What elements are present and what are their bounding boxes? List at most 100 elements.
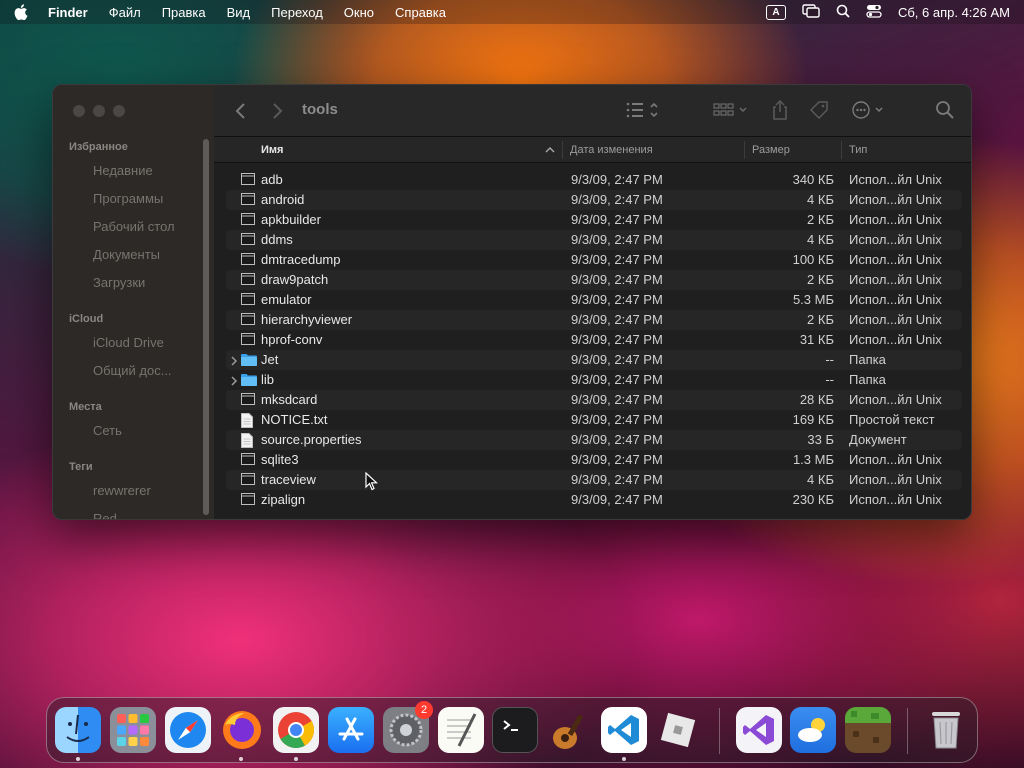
file-date-modified: 9/3/09, 2:47 PM <box>571 192 663 207</box>
table-row[interactable]: traceview 9/3/09, 2:47 PM 4 КБ Испол...йл U… <box>226 470 962 490</box>
table-row[interactable]: NOTICE.txt 9/3/09, 2:47 PM 169 КБ Простой т… <box>226 410 962 430</box>
sidebar-item-recents[interactable]: Недавние <box>93 163 153 178</box>
safari-icon[interactable] <box>165 707 211 753</box>
sidebar-item-desktop[interactable]: Рабочий стол <box>93 219 175 234</box>
file-date-modified: 9/3/09, 2:47 PM <box>571 392 663 407</box>
table-row[interactable]: apkbuilder 9/3/09, 2:47 PM 2 КБ Испол...йл … <box>226 210 962 230</box>
menu-help[interactable]: Справка <box>395 5 446 20</box>
sidebar-item-shared[interactable]: Общий дос... <box>93 363 172 378</box>
column-separator[interactable] <box>562 141 563 159</box>
group-icon[interactable] <box>712 99 752 126</box>
menubar-clock[interactable]: Сб, 6 апр. 4:26 AM <box>898 5 1010 20</box>
file-name: adb <box>261 172 283 187</box>
sidebar-item-tag-red[interactable]: Red <box>93 511 117 519</box>
column-kind[interactable]: Тип <box>849 144 867 156</box>
file-date-modified: 9/3/09, 2:47 PM <box>571 212 663 227</box>
minimize-button[interactable] <box>93 105 105 117</box>
chrome-icon[interactable] <box>273 707 319 753</box>
spotlight-search-icon[interactable] <box>836 4 850 21</box>
file-name: hprof-conv <box>261 332 323 347</box>
launchpad-icon[interactable] <box>110 707 156 753</box>
textedit-icon[interactable] <box>438 707 484 753</box>
table-row[interactable]: mksdcard 9/3/09, 2:47 PM 28 КБ Испол...йл U… <box>226 390 962 410</box>
table-row[interactable]: dmtracedump 9/3/09, 2:47 PM 100 КБ Испол...… <box>226 250 962 270</box>
column-separator[interactable] <box>841 141 842 159</box>
weather-icon[interactable] <box>790 707 836 753</box>
share-icon[interactable] <box>770 99 790 126</box>
disclosure-triangle-icon[interactable] <box>230 374 238 389</box>
table-row[interactable]: emulator 9/3/09, 2:47 PM 5.3 МБ Испол...йл … <box>226 290 962 310</box>
table-row[interactable]: zipalign 9/3/09, 2:47 PM 230 КБ Испол...йл … <box>226 490 962 510</box>
app-store-icon[interactable] <box>328 707 374 753</box>
executable-icon <box>241 253 255 268</box>
trash-icon[interactable] <box>923 707 969 753</box>
more-actions-icon[interactable] <box>850 99 888 126</box>
table-row[interactable]: android 9/3/09, 2:47 PM 4 КБ Испол...йл Uni… <box>226 190 962 210</box>
roblox-icon[interactable] <box>655 707 701 753</box>
table-row[interactable]: draw9patch 9/3/09, 2:47 PM 2 КБ Испол...йл … <box>226 270 962 290</box>
executable-icon <box>241 393 255 408</box>
garageband-icon[interactable] <box>546 707 592 753</box>
sidebar-section-tags: Теги <box>69 461 93 473</box>
menu-app-finder[interactable]: Finder <box>48 5 88 20</box>
sidebar-scrollbar[interactable] <box>203 139 209 515</box>
file-kind: Испол...йл Unix <box>849 172 942 187</box>
file-kind: Папка <box>849 352 886 367</box>
disclosure-triangle-icon[interactable] <box>230 354 238 369</box>
table-row[interactable]: source.properties 9/3/09, 2:47 PM 33 Б Доку… <box>226 430 962 450</box>
apple-menu-icon[interactable] <box>14 4 30 20</box>
sort-ascending-icon[interactable] <box>545 145 555 157</box>
sidebar-item-icloud-drive[interactable]: iCloud Drive <box>93 335 164 350</box>
file-kind: Испол...йл Unix <box>849 212 942 227</box>
sidebar-item-network[interactable]: Сеть <box>93 423 122 438</box>
tag-icon[interactable] <box>808 99 830 126</box>
input-source-indicator[interactable]: A <box>765 4 786 20</box>
table-row[interactable]: sqlite3 9/3/09, 2:47 PM 1.3 МБ Испол...йл U… <box>226 450 962 470</box>
terminal-icon[interactable] <box>492 707 538 753</box>
column-date-modified[interactable]: Дата изменения <box>570 144 653 156</box>
sidebar-section-icloud: iCloud <box>69 313 104 325</box>
table-row[interactable]: adb 9/3/09, 2:47 PM 340 КБ Испол...йл Unix <box>226 170 962 190</box>
table-row[interactable]: hierarchyviewer 9/3/09, 2:47 PM 2 КБ Испол.… <box>226 310 962 330</box>
zoom-button[interactable] <box>113 105 125 117</box>
menu-view[interactable]: Вид <box>227 5 251 20</box>
file-kind: Испол...йл Unix <box>849 392 942 407</box>
sidebar-item-tag-rewwrerer[interactable]: rewwrerer <box>93 483 151 498</box>
table-row[interactable]: ddms 9/3/09, 2:47 PM 4 КБ Испол...йл Unix <box>226 230 962 250</box>
sidebar-item-applications[interactable]: Программы <box>93 191 163 206</box>
menu-edit[interactable]: Правка <box>162 5 206 20</box>
search-icon[interactable] <box>934 99 956 126</box>
column-size[interactable]: Размер <box>752 144 790 156</box>
executable-icon <box>241 213 255 228</box>
back-button[interactable] <box>234 101 248 126</box>
screen-mirroring-icon[interactable] <box>802 3 820 21</box>
table-row[interactable]: hprof-conv 9/3/09, 2:47 PM 31 КБ Испол...йл… <box>226 330 962 350</box>
table-row[interactable]: Jet 9/3/09, 2:47 PM -- Папка <box>226 350 962 370</box>
executable-icon <box>241 273 255 288</box>
forward-button[interactable] <box>270 101 284 126</box>
vscode-icon[interactable] <box>601 707 647 753</box>
menu-window[interactable]: Окно <box>344 5 374 20</box>
finder-window: Избранное Недавние Программы Рабочий сто… <box>52 84 972 520</box>
sidebar-item-documents[interactable]: Документы <box>93 247 160 262</box>
minecraft-icon[interactable] <box>845 707 891 753</box>
menu-go[interactable]: Переход <box>271 5 323 20</box>
file-size: 2 КБ <box>807 312 834 327</box>
firefox-icon[interactable] <box>219 707 265 753</box>
finder-icon[interactable] <box>55 707 101 753</box>
file-size: 2 КБ <box>807 212 834 227</box>
window-title: tools <box>302 101 338 118</box>
column-header: Имя Дата изменения Размер Тип <box>214 137 971 163</box>
visual-studio-icon[interactable] <box>736 707 782 753</box>
sidebar-item-downloads[interactable]: Загрузки <box>93 275 145 290</box>
file-size: 2 КБ <box>807 272 834 287</box>
column-name[interactable]: Имя <box>261 144 283 156</box>
list-view-icon[interactable] <box>624 99 660 126</box>
menu-file[interactable]: Файл <box>109 5 141 20</box>
file-kind: Простой текст <box>849 412 935 427</box>
close-button[interactable] <box>73 105 85 117</box>
column-separator[interactable] <box>744 141 745 159</box>
control-center-icon[interactable] <box>866 4 882 21</box>
folder-icon <box>241 373 257 389</box>
table-row[interactable]: lib 9/3/09, 2:47 PM -- Папка <box>226 370 962 390</box>
